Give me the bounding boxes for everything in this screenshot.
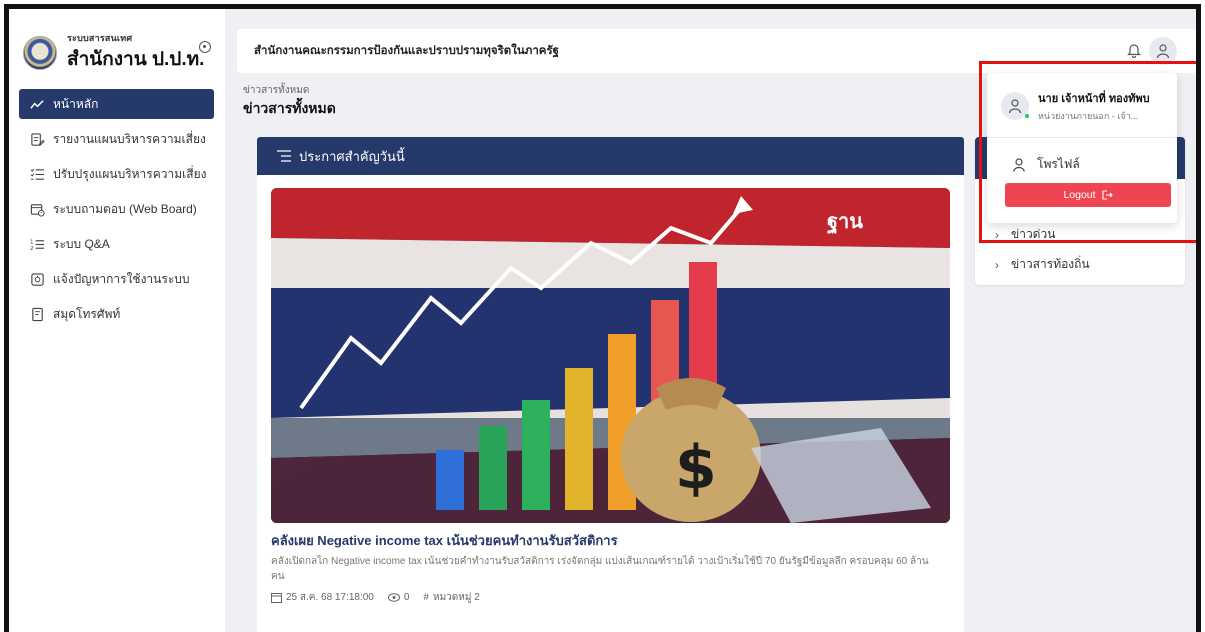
brand-subtitle: ระบบสารสนเทศ: [67, 33, 133, 43]
sidebar-item-webboard[interactable]: ระบบถามตอบ (Web Board): [19, 194, 214, 224]
bell-icon[interactable]: [1127, 42, 1141, 63]
sidebar-item-label: ระบบ Q&A: [53, 236, 110, 251]
user-icon: [1156, 44, 1170, 59]
news-date-text: 25 ส.ค. 68 17:18:00: [286, 592, 374, 603]
report-problem-icon: [29, 271, 45, 287]
sidebar-item-risk-improve[interactable]: ปรับปรุงแผนบริหารความเสี่ยง: [19, 159, 214, 189]
qa-list-icon: 12: [29, 236, 45, 252]
board-clock-icon: [29, 201, 45, 217]
announcement-card: ประกาศสำคัญวันนี้ $ ฐาน คลังเผย Negative…: [257, 137, 964, 632]
watermark-text: ฐาน: [827, 209, 863, 235]
sidebar-item-label: ระบบถามตอบ (Web Board): [53, 201, 197, 216]
sidebar-item-phonebook[interactable]: สมุดโทรศัพท์: [19, 299, 214, 329]
hash-icon: #: [423, 592, 429, 603]
svg-text:2: 2: [30, 246, 34, 252]
news-views: 0: [387, 592, 410, 603]
brand[interactable]: ระบบสารสนเทศ สำนักงาน ป.ป.ท.: [23, 31, 204, 74]
link-label: ข่าวสารท้องถิ่น: [1011, 257, 1090, 271]
trend-line-icon: [29, 96, 45, 112]
page-title: ข่าวสารทั้งหมด: [243, 100, 336, 116]
sidebar-item-label: แจ้งปัญหาการใช้งานระบบ: [53, 271, 190, 286]
report-edit-icon: [29, 131, 45, 147]
brand-title: สำนักงาน ป.ป.ท.: [67, 49, 205, 70]
checklist-icon: [29, 166, 45, 182]
news-views-count: 0: [403, 592, 410, 603]
sidebar-toggle-icon[interactable]: [199, 41, 211, 53]
calendar-icon: [271, 593, 282, 603]
sidebar: ระบบสารสนเทศ สำนักงาน ป.ป.ท. หน้าหลัก รา…: [9, 9, 225, 632]
news-title[interactable]: คลังเผย Negative income tax เน้นช่วยคนทำ…: [271, 530, 618, 551]
sidebar-item-label: รายงานแผนบริหารความเสี่ยง: [53, 131, 206, 146]
news-meta: 25 ส.ค. 68 17:18:00 0 # หมวดหมู่ 2: [271, 590, 480, 605]
highlight-box: [979, 61, 1196, 243]
sidebar-item-label: ปรับปรุงแผนบริหารความเสี่ยง: [53, 166, 207, 181]
announcement-header: ประกาศสำคัญวันนี้: [257, 137, 964, 175]
sidebar-item-label: หน้าหลัก: [53, 96, 99, 111]
sidebar-item-label: สมุดโทรศัพท์: [53, 306, 121, 321]
sidebar-item-qa[interactable]: 12 ระบบ Q&A: [19, 229, 214, 259]
breadcrumb[interactable]: ข่าวสารทั้งหมด: [243, 83, 309, 98]
news-category-text: หมวดหมู่ 2: [432, 592, 480, 603]
news-category[interactable]: # หมวดหมู่ 2: [423, 590, 479, 605]
news-description: คลังเปิดกลไก Negative income tax เน้นช่ว…: [271, 556, 929, 582]
news-date: 25 ส.ค. 68 17:18:00: [271, 590, 374, 605]
sidebar-item-risk-report[interactable]: รายงานแผนบริหารความเสี่ยง: [19, 124, 214, 154]
app-window: ระบบสารสนเทศ สำนักงาน ป.ป.ท. หน้าหลัก รา…: [4, 4, 1201, 632]
chevron-right-icon: ›: [995, 257, 999, 272]
sidebar-nav: หน้าหลัก รายงานแผนบริหารความเสี่ยง ปรับป…: [19, 89, 214, 334]
sidebar-item-report-problem[interactable]: แจ้งปัญหาการใช้งานระบบ: [19, 264, 214, 294]
news-image[interactable]: $ ฐาน: [271, 188, 950, 523]
agency-logo: [23, 35, 57, 70]
list-icon: [277, 150, 291, 162]
svg-text:1: 1: [30, 239, 34, 245]
announcement-header-label: ประกาศสำคัญวันนี้: [299, 148, 405, 164]
eye-icon: [387, 593, 400, 602]
svg-text:$: $: [675, 433, 717, 503]
phone-book-icon: [29, 306, 45, 322]
link-local-news[interactable]: › ข่าวสารท้องถิ่น: [995, 255, 1090, 274]
organization-title: สำนักงานคณะกรรมการป้องกันและปราบปรามทุจร…: [254, 45, 559, 57]
sidebar-item-home[interactable]: หน้าหลัก: [19, 89, 214, 119]
